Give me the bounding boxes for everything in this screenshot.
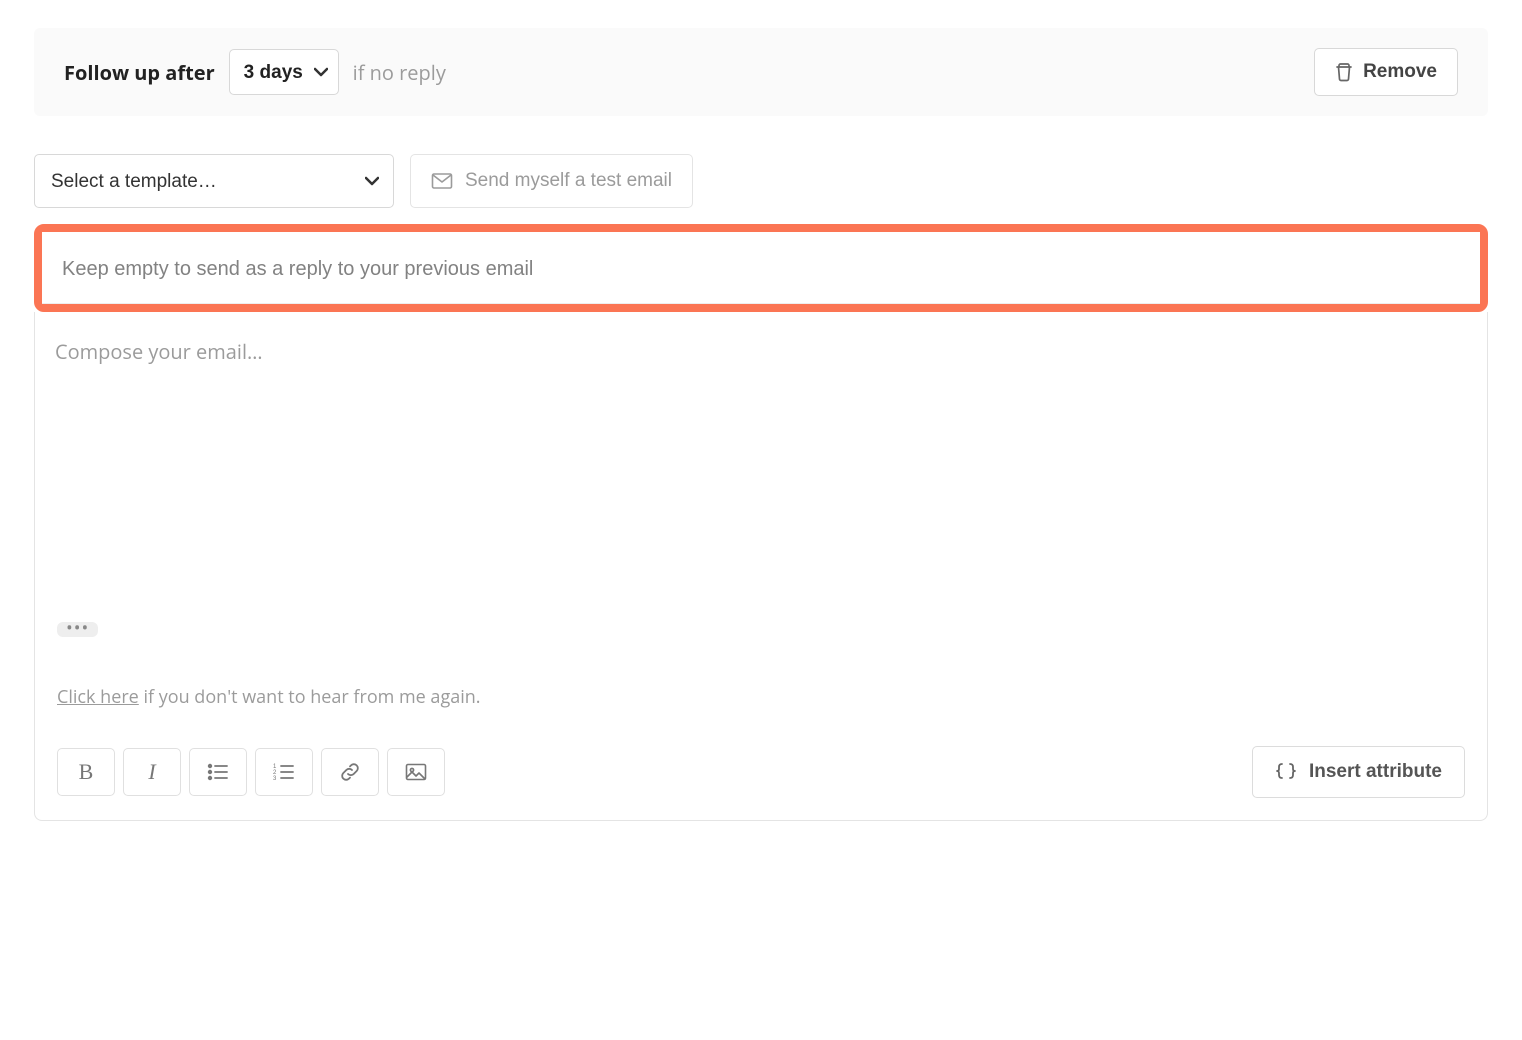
template-select-wrap: Select a template… [34,154,394,208]
image-icon [405,763,427,781]
unsubscribe-rest: if you don't want to hear from me again. [139,685,481,709]
unordered-list-button[interactable] [189,748,247,796]
followup-header: Follow up after 3 days if no reply Remov… [34,28,1488,116]
insert-attribute-label: Insert attribute [1309,761,1442,783]
unsubscribe-link[interactable]: Click here [57,685,139,709]
unordered-list-icon [207,763,229,781]
ordered-list-button[interactable]: 1 2 3 [255,748,313,796]
remove-button[interactable]: Remove [1314,48,1458,96]
svg-text:3: 3 [273,776,277,781]
trash-icon [1335,62,1353,82]
image-button[interactable] [387,748,445,796]
template-select[interactable]: Select a template… [34,154,394,208]
send-test-email-button[interactable]: Send myself a test email [410,154,693,208]
controls-row: Select a template… Send myself a test em… [34,154,1488,208]
braces-icon [1275,762,1297,782]
email-body-input[interactable] [35,312,1487,612]
unsubscribe-line: Click here if you don't want to hear fro… [35,639,1487,739]
followup-noreply-text: if no reply [353,59,446,86]
followup-label: Follow up after [64,59,215,86]
followup-header-left: Follow up after 3 days if no reply [64,49,446,95]
italic-button[interactable]: I [123,748,181,796]
subject-highlight [34,224,1488,312]
bold-button[interactable]: B [57,748,115,796]
followup-delay-select[interactable]: 3 days [229,49,339,95]
editor-toolbar: B I 1 2 3 [35,739,1487,820]
remove-button-label: Remove [1363,61,1437,83]
link-button[interactable] [321,748,379,796]
subject-input[interactable] [42,232,1480,304]
ordered-list-icon: 1 2 3 [273,763,295,781]
envelope-icon [431,172,453,190]
email-editor: ••• Click here if you don't want to hear… [34,312,1488,821]
toolbar-left: B I 1 2 3 [57,748,445,796]
send-test-email-label: Send myself a test email [465,170,672,192]
insert-attribute-button[interactable]: Insert attribute [1252,746,1465,798]
quoted-text-expander[interactable]: ••• [57,622,98,637]
link-icon [339,761,361,783]
